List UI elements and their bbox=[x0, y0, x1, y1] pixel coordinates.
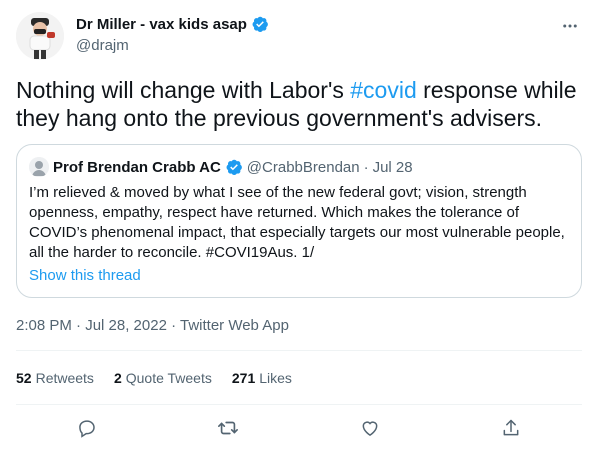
author-display-name[interactable]: Dr Miller - vax kids asap bbox=[76, 16, 247, 33]
retweets-label: Retweets bbox=[35, 370, 94, 386]
verified-badge-icon bbox=[225, 158, 243, 176]
author-handle[interactable]: @drajm bbox=[76, 36, 269, 56]
author-info: Dr Miller - vax kids asap @drajm bbox=[76, 14, 269, 56]
likes-count: 271 bbox=[231, 370, 256, 386]
quoted-tweet[interactable]: Prof Brendan Crabb AC @CrabbBrendan · Ju… bbox=[16, 144, 582, 298]
quote-tweets-stat[interactable]: 2 Quote Tweets bbox=[114, 368, 212, 388]
tweet-timestamp[interactable]: 2:08 PM · Jul 28, 2022 · Twitter Web App bbox=[16, 316, 289, 336]
share-icon[interactable] bbox=[494, 411, 528, 445]
divider bbox=[16, 350, 582, 351]
tweet-stats: 52 Retweets 2 Quote Tweets 271 Likes bbox=[16, 368, 292, 388]
retweets-stat[interactable]: 52 Retweets bbox=[16, 368, 94, 388]
likes-stat[interactable]: 271 Likes bbox=[232, 368, 292, 388]
quote-tweets-count: 2 bbox=[113, 370, 122, 386]
tweet-text-before: Nothing will change with Labor's bbox=[16, 77, 351, 103]
quoted-author-avatar bbox=[29, 157, 49, 177]
author-avatar[interactable] bbox=[16, 12, 64, 60]
quoted-author-name: Prof Brendan Crabb AC bbox=[53, 158, 221, 176]
reply-icon[interactable] bbox=[70, 411, 104, 445]
show-thread-link[interactable]: Show this thread bbox=[29, 267, 141, 284]
action-bar bbox=[16, 404, 582, 451]
quote-tweets-label: Quote Tweets bbox=[125, 370, 212, 386]
retweet-icon[interactable] bbox=[211, 411, 245, 445]
quoted-tweet-text: I’m relieved & moved by what I see of th… bbox=[29, 184, 565, 261]
quoted-tweet-date: Jul 28 bbox=[372, 158, 413, 176]
tweet-text: Nothing will change with Labor's #covid … bbox=[16, 76, 586, 132]
likes-label: Likes bbox=[259, 370, 292, 386]
verified-badge-icon bbox=[251, 15, 269, 33]
more-horizontal-icon[interactable] bbox=[558, 14, 582, 38]
retweets-count: 52 bbox=[16, 370, 32, 386]
hashtag-link[interactable]: #covid bbox=[350, 77, 416, 103]
separator-dot: · bbox=[363, 158, 369, 176]
quoted-tweet-header: Prof Brendan Crabb AC @CrabbBrendan · Ju… bbox=[29, 157, 413, 177]
heart-icon[interactable] bbox=[353, 411, 387, 445]
quoted-author-handle: @CrabbBrendan bbox=[246, 158, 360, 176]
tweet: Dr Miller - vax kids asap @drajm Nothing… bbox=[0, 0, 598, 451]
